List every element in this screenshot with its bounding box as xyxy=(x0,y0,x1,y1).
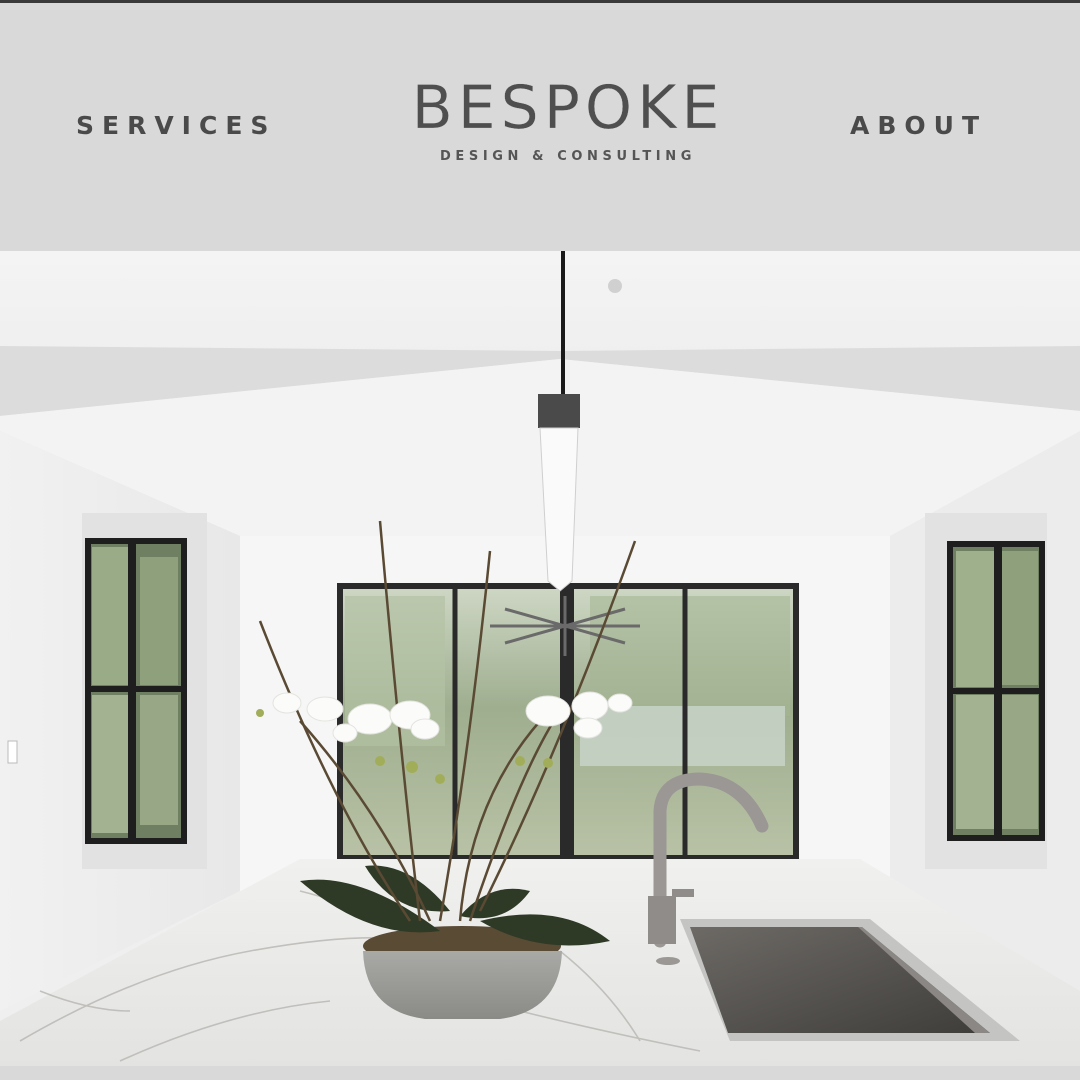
brand-logo[interactable]: BESPOKE DESIGN & CONSULTING xyxy=(330,75,800,164)
hero-image xyxy=(0,251,1080,1066)
logo-wordmark: BESPOKE xyxy=(411,73,725,143)
nav-about-link[interactable]: ABOUT xyxy=(850,111,987,140)
site-header: SERVICES BESPOKE DESIGN & CONSULTING ABO… xyxy=(0,3,1080,251)
nav-services-link[interactable]: SERVICES xyxy=(76,111,276,140)
bottom-strip xyxy=(0,1066,1080,1080)
logo-tagline: DESIGN & CONSULTING xyxy=(440,149,696,164)
